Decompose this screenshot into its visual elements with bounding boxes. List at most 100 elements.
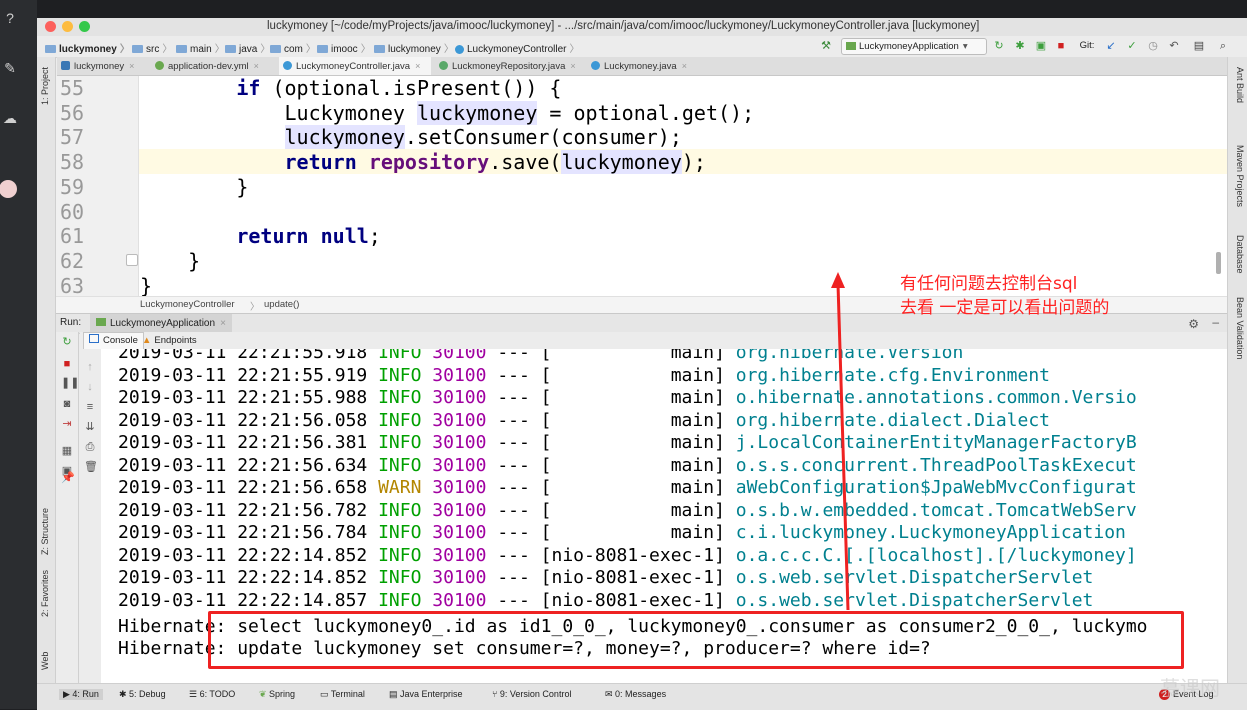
enterprise-icon: ▤ <box>389 689 401 699</box>
breadcrumb-item[interactable]: LuckymoneyController 〉 <box>455 40 580 55</box>
revert-icon[interactable]: ↶ <box>1168 40 1180 52</box>
tab-luckymoney-controller[interactable]: LuckymoneyController.java × <box>279 57 431 75</box>
run-toolbar-left: ↻ ■ ❚❚ ◙ ⇥ ▦ ▣ 📌 <box>56 332 79 683</box>
close-icon[interactable]: × <box>682 61 687 71</box>
scroll-to-end-icon[interactable]: ⇊ <box>84 421 96 433</box>
history-icon[interactable]: ◷ <box>1147 40 1159 52</box>
tab-luckymoney[interactable]: luckymoney × <box>57 57 147 75</box>
code-editor[interactable]: 55 56 57 58 59 60 61 62 63 if (optional.… <box>56 76 1227 298</box>
maximize-window-button[interactable] <box>79 21 90 32</box>
project-tool-button[interactable]: 1: Project <box>40 67 50 105</box>
pin-icon[interactable]: 📌 <box>61 472 75 484</box>
annotation-line-1: 有任何问题去控制台sql <box>900 274 1078 294</box>
camera-icon[interactable]: ◙ <box>61 398 73 410</box>
pause-icon[interactable]: ❚❚ <box>61 377 79 389</box>
run-config-select[interactable]: LuckymoneyApplication ▾ <box>841 38 987 55</box>
exit-icon[interactable]: ⇥ <box>61 418 73 430</box>
soft-wrap-icon[interactable]: ≡ <box>84 401 96 413</box>
up-arrow-icon[interactable]: ↑ <box>84 361 96 373</box>
cloud-icon[interactable]: ☁ <box>2 110 18 126</box>
down-arrow-icon[interactable]: ↓ <box>84 381 96 393</box>
breadcrumb-item[interactable]: java 〉 <box>225 40 270 55</box>
search-icon[interactable]: ⌕ <box>1217 40 1229 52</box>
editor-scrollbar[interactable] <box>1216 252 1221 274</box>
print-icon[interactable]: ⎙ <box>84 441 96 453</box>
log-ts: 2019-03-11 22:21:55.918 <box>118 349 379 363</box>
java-enterprise-tool-tab[interactable]: ▤ Java Enterprise <box>389 689 463 700</box>
close-icon[interactable]: × <box>254 61 259 71</box>
terminal-tool-tab[interactable]: ▭ Terminal <box>320 689 365 700</box>
web-tool-button[interactable]: Web <box>40 652 50 670</box>
trash-icon[interactable]: 🗑 <box>84 461 98 473</box>
maven-tool-button[interactable]: Maven Projects <box>1235 145 1245 207</box>
gear-icon[interactable]: ⚙ <box>1188 317 1199 331</box>
log-sep: --- <box>497 364 541 386</box>
close-icon[interactable]: × <box>415 61 420 71</box>
log-line: 2019-03-11 22:22:14.857 INFO 30100 --- [… <box>118 590 1093 611</box>
console-icon <box>89 334 99 343</box>
bean-validation-tool-button[interactable]: Bean Validation <box>1235 297 1245 359</box>
console-tabs: Console ▲ Endpoints <box>80 332 1227 351</box>
crumb-method[interactable]: update() <box>264 299 299 310</box>
project-structure-icon[interactable]: ▤ <box>1193 40 1205 52</box>
pencil-icon[interactable]: ✎ <box>2 60 18 76</box>
log-line: 2019-03-11 22:21:56.784 INFO 30100 --- [… <box>118 522 1126 543</box>
line-number: 58 <box>60 150 85 174</box>
close-icon[interactable]: × <box>220 318 226 329</box>
rerun-icon[interactable]: ↻ <box>993 40 1005 52</box>
minimize-icon[interactable]: – <box>1212 315 1219 329</box>
fold-marker-icon[interactable] <box>126 254 138 266</box>
log-line: 2019-03-11 22:21:56.381 INFO 30100 --- [… <box>118 432 1137 453</box>
run-tool-tab[interactable]: ▶ 4: Run <box>59 689 103 700</box>
close-icon[interactable]: × <box>570 61 575 71</box>
log-thread: [ main] <box>540 387 736 408</box>
todo-tool-tab[interactable]: ☰ 6: TODO <box>189 689 235 700</box>
log-thread: [ main] <box>540 409 736 431</box>
version-control-tool-tab[interactable]: ⑂ 9: Version Control <box>492 689 571 699</box>
window-title: luckymoney [~/code/myProjects/java/imooc… <box>267 20 980 32</box>
class-icon <box>591 61 600 70</box>
run-app-tab[interactable]: LuckymoneyApplication × <box>90 314 232 333</box>
debug-icon[interactable]: ✱ <box>1014 40 1026 52</box>
help-icon[interactable]: ? <box>2 10 18 26</box>
spring-tool-tab[interactable]: ❦ Spring <box>259 689 295 700</box>
close-window-button[interactable] <box>45 21 56 32</box>
rerun-icon[interactable]: ↻ <box>61 336 73 348</box>
ant-build-tool-button[interactable]: Ant Build <box>1235 67 1245 103</box>
avatar[interactable] <box>0 180 17 198</box>
log-line: 2019-03-11 22:21:55.988 INFO 30100 --- [… <box>118 387 1137 408</box>
git-commit-icon[interactable]: ✓ <box>1126 40 1138 52</box>
minimize-window-button[interactable] <box>62 21 73 32</box>
breadcrumb-item[interactable]: src 〉 <box>132 40 172 55</box>
annotation-arrow-icon <box>831 272 850 611</box>
tab-luckmoney-repository[interactable]: LuckmoneyRepository.java × <box>435 57 583 75</box>
breadcrumb-item[interactable]: com 〉 <box>270 40 316 55</box>
breadcrumb-item[interactable]: luckymoney 〉 <box>45 40 130 55</box>
stop-icon[interactable]: ■ <box>61 358 73 370</box>
layout-icon[interactable]: ▦ <box>61 445 73 457</box>
endpoints-tab[interactable]: ▲ Endpoints <box>142 333 197 348</box>
structure-tool-button[interactable]: Z: Structure <box>40 508 50 555</box>
breadcrumb-item[interactable]: main 〉 <box>176 40 225 55</box>
breadcrumb-item[interactable]: imooc 〉 <box>317 40 371 55</box>
log-ts: 2019-03-11 22:21:56.658 <box>118 477 379 498</box>
database-tool-button[interactable]: Database <box>1235 235 1245 274</box>
log-pid: 30100 <box>432 522 498 543</box>
crumb-class[interactable]: LuckymoneyController <box>140 299 235 310</box>
close-icon[interactable]: × <box>129 61 134 71</box>
git-update-icon[interactable]: ↙ <box>1105 40 1117 52</box>
class-icon <box>283 61 292 70</box>
list-icon: ☰ <box>189 689 200 699</box>
messages-tool-tab[interactable]: ✉ 0: Messages <box>605 689 666 700</box>
log-thread: [ main] <box>540 364 736 386</box>
coverage-icon[interactable]: ▣ <box>1035 40 1047 52</box>
tab-luckymoney-java[interactable]: Luckymoney.java × <box>587 57 705 75</box>
log-ts: 2019-03-11 22:21:56.634 <box>118 454 379 476</box>
hammer-icon[interactable]: ⚒ <box>820 40 832 52</box>
favorites-tool-button[interactable]: 2: Favorites <box>40 570 50 617</box>
tab-application-dev-yml[interactable]: application-dev.yml × <box>151 57 275 75</box>
log-src: org.hibernate.cfg.Environment <box>735 364 1051 386</box>
debug-tool-tab[interactable]: ✱ 5: Debug <box>119 689 166 700</box>
breadcrumb-item[interactable]: luckymoney 〉 <box>374 40 454 55</box>
stop-icon[interactable]: ■ <box>1055 40 1067 52</box>
